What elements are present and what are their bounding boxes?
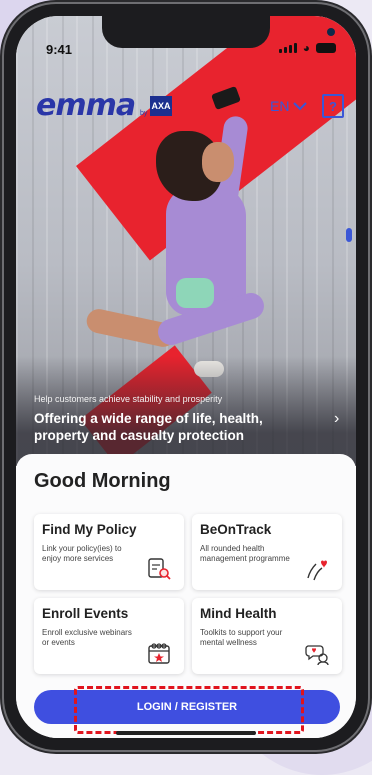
logo-by: by (140, 110, 148, 117)
carousel-indicator (346, 228, 352, 242)
card-title: Mind Health (200, 606, 277, 621)
greeting: Good Morning (34, 470, 171, 492)
card-enroll-events[interactable]: Enroll Events Enroll exclusive webinars … (34, 598, 184, 674)
card-desc: Enroll exclusive webinars or events (42, 628, 132, 647)
mind-health-icon (305, 645, 329, 666)
language-selector[interactable]: EN (270, 98, 308, 114)
chevron-down-icon (293, 102, 308, 111)
status-bar: 9:41 ◕ (16, 16, 356, 60)
card-desc: Toolkits to support your mental wellness (200, 628, 283, 647)
chevron-right-icon[interactable]: › (334, 410, 339, 428)
card-desc: All rounded health management programme (200, 544, 290, 563)
hero-banner[interactable]: Help customers achieve stability and pro… (16, 16, 356, 466)
policy-search-icon (148, 558, 171, 580)
help-icon[interactable]: ? (322, 94, 344, 118)
calendar-event-icon (148, 643, 170, 664)
card-beontrack[interactable]: BeOnTrack All rounded health management … (192, 514, 342, 590)
app-logo: emma (36, 88, 136, 123)
home-indicator (116, 731, 256, 735)
app-screen: Help customers achieve stability and pro… (16, 16, 356, 738)
signal-icon (278, 43, 297, 53)
card-title: Find My Policy (42, 522, 137, 537)
wifi-icon: ◕ (302, 41, 310, 55)
card-mind-health[interactable]: Mind Health Toolkits to support your men… (192, 598, 342, 674)
hero-title: Offering a wide range of life, health, p… (34, 411, 263, 443)
hero-subtitle: Help customers achieve stability and pro… (34, 394, 223, 404)
partner-logo: AXA (150, 96, 172, 116)
card-find-my-policy[interactable]: Find My Policy Link your policy(ies) to … (34, 514, 184, 590)
notch (102, 16, 335, 48)
status-time: 9:41 (46, 42, 73, 57)
home-panel: Good Morning Find My Policy Link your po… (16, 454, 356, 738)
health-tracker-icon (307, 560, 327, 581)
card-title: Enroll Events (42, 606, 129, 621)
highlight-box (74, 686, 304, 734)
card-title: BeOnTrack (200, 522, 272, 537)
phone-frame: Help customers achieve stability and pro… (4, 4, 368, 750)
card-desc: Link your policy(ies) to enjoy more serv… (42, 544, 122, 563)
language-label: EN (270, 98, 290, 114)
battery-icon (316, 43, 336, 53)
